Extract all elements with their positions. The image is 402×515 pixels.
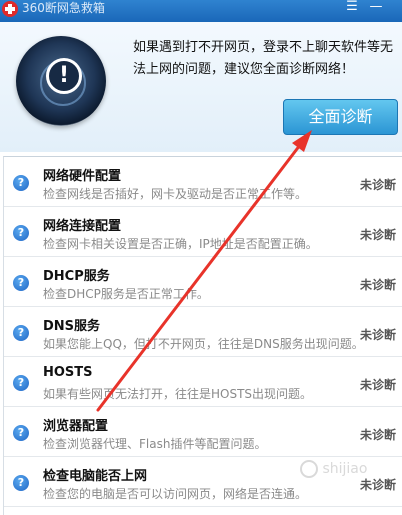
list-item[interactable]: ? 浏览器配置 检查浏览器代理、Flash插件等配置问题。 未诊断 xyxy=(4,407,402,457)
item-description: 检查网卡相关设置是否正确，IP地址是否配置正确。 xyxy=(43,237,318,251)
question-icon: ? xyxy=(13,175,29,191)
item-title: DNS服务 xyxy=(43,319,101,334)
title-bar: 360断网急救箱 ☰ — xyxy=(0,0,402,22)
item-status: 未诊断 xyxy=(360,328,397,342)
item-description: 检查网线是否插好，网卡及驱动是否正常工作等。 xyxy=(43,187,308,201)
item-title: 网络连接配置 xyxy=(43,219,122,234)
item-title: HOSTS xyxy=(43,365,93,380)
item-status: 未诊断 xyxy=(360,478,397,492)
item-description: 如果您能上QQ，但打不开网页，往往是DNS服务出现问题。 xyxy=(43,337,364,351)
item-title: 网络硬件配置 xyxy=(43,169,122,184)
diagnosis-list: ? 网络硬件配置 检查网线是否插好，网卡及驱动是否正常工作等。 未诊断 ? 网络… xyxy=(3,156,402,515)
item-title: 检查电脑能否上网 xyxy=(43,469,148,484)
question-icon: ? xyxy=(13,225,29,241)
item-status: 未诊断 xyxy=(360,428,397,442)
list-item[interactable]: ? HOSTS 如果有些网页无法打开，往往是HOSTS出现问题。 未诊断 xyxy=(4,357,402,407)
list-item[interactable]: ? DHCP服务 检查DHCP服务是否正常工作。 未诊断 xyxy=(4,257,402,307)
item-status: 未诊断 xyxy=(360,228,397,242)
question-icon: ? xyxy=(13,325,29,341)
list-item[interactable]: ? 网络硬件配置 检查网线是否插好，网卡及驱动是否正常工作等。 未诊断 xyxy=(4,157,402,207)
item-status: 未诊断 xyxy=(360,278,397,292)
question-icon: ? xyxy=(13,275,29,291)
list-item[interactable]: ? DNS服务 如果您能上QQ，但打不开网页，往往是DNS服务出现问题。 未诊断 xyxy=(4,307,402,357)
alert-icon: ! xyxy=(46,58,82,94)
menu-button[interactable]: ☰ xyxy=(345,0,359,18)
window-title: 360断网急救箱 xyxy=(22,1,105,15)
item-title: 浏览器配置 xyxy=(43,419,109,434)
item-status: 未诊断 xyxy=(360,178,397,192)
item-status: 未诊断 xyxy=(360,378,397,392)
item-description: 检查您的电脑是否可以访问网页，网络是否连通。 xyxy=(43,487,308,501)
full-diagnose-button[interactable]: 全面诊断 xyxy=(283,99,398,135)
item-description: 检查DHCP服务是否正常工作。 xyxy=(43,287,209,301)
question-icon: ? xyxy=(13,375,29,391)
item-description: 检查浏览器代理、Flash插件等配置问题。 xyxy=(43,437,267,451)
intro-text: 如果遇到打不开网页，登录不上聊天软件等无法上网的问题，建议您全面诊断网络！ xyxy=(133,40,394,77)
item-description: 如果有些网页无法打开，往往是HOSTS出现问题。 xyxy=(43,387,313,401)
question-icon: ? xyxy=(13,425,29,441)
360-logo-icon xyxy=(2,1,18,17)
question-icon: ? xyxy=(13,475,29,491)
list-item[interactable]: ? 检查电脑能否上网 检查您的电脑是否可以访问网页，网络是否连通。 未诊断 xyxy=(4,457,402,507)
item-title: DHCP服务 xyxy=(43,269,110,284)
minimize-button[interactable]: — xyxy=(369,0,383,18)
list-item[interactable]: ? 网络连接配置 检查网卡相关设置是否正确，IP地址是否配置正确。 未诊断 xyxy=(4,207,402,257)
